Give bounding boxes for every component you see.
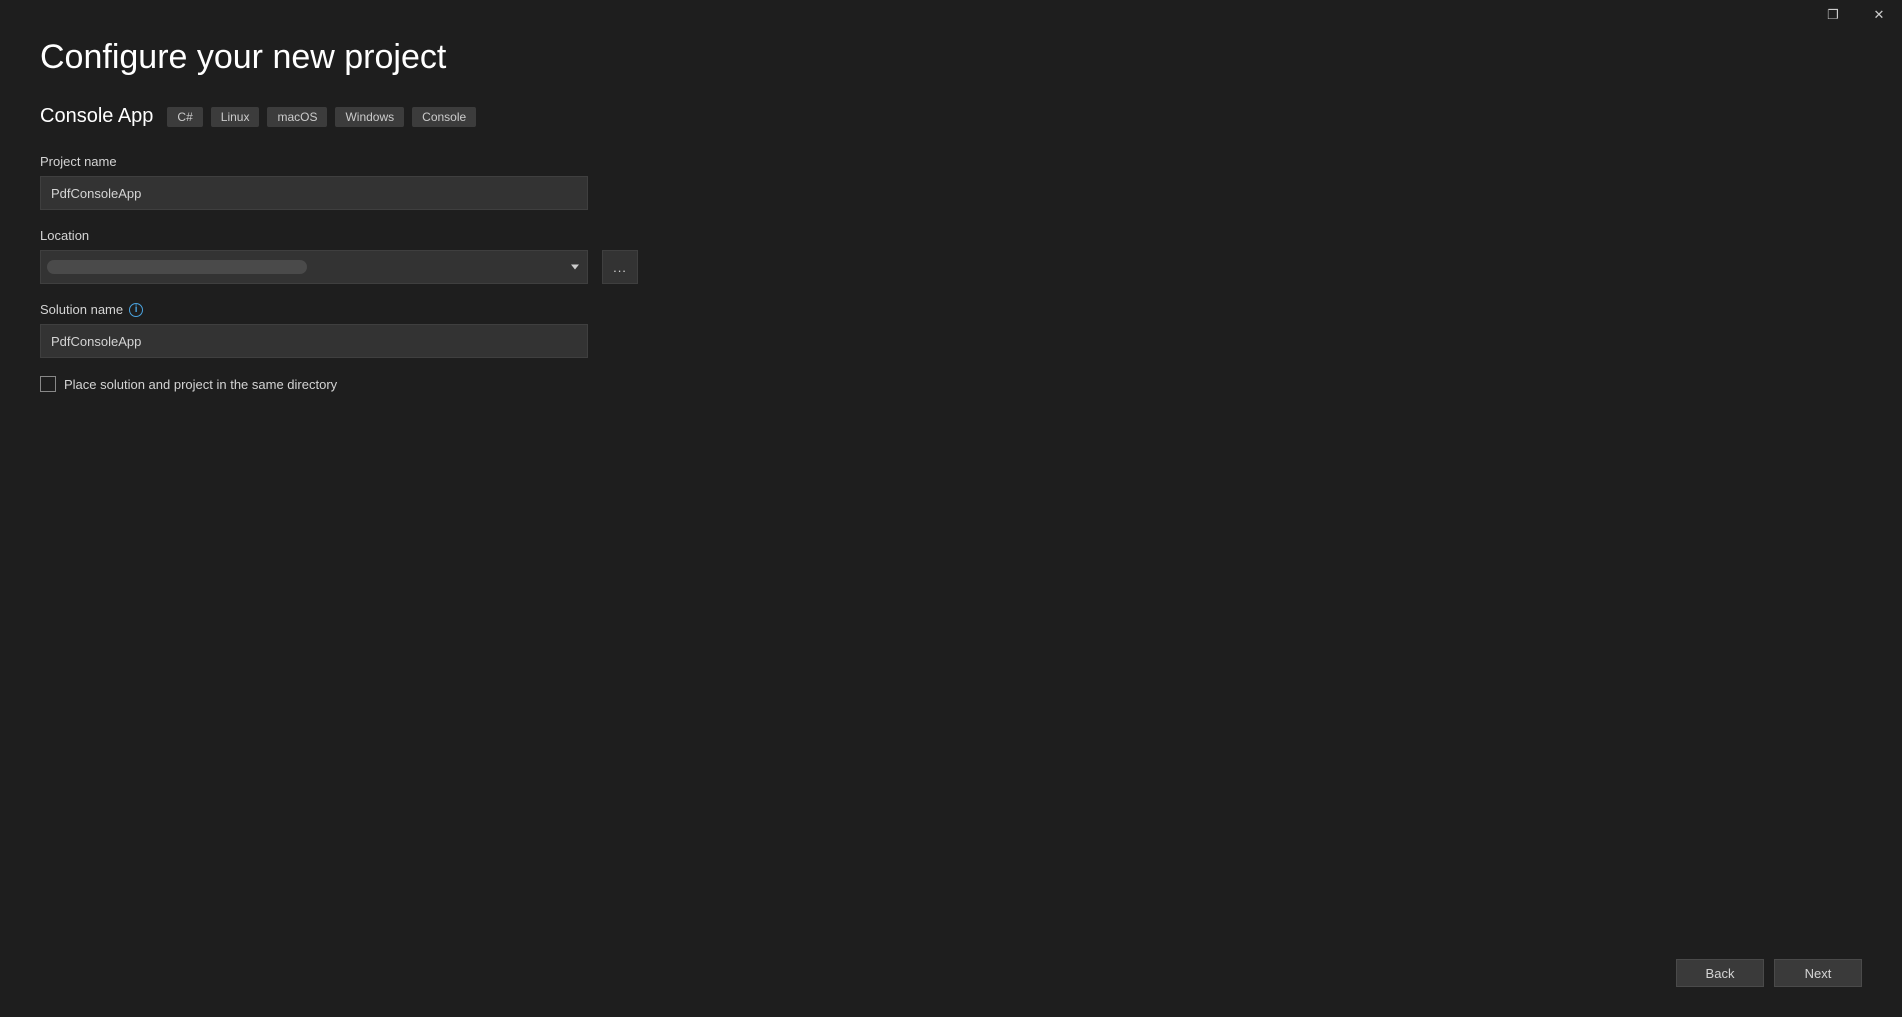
browse-location-button[interactable]: ... [602, 250, 638, 284]
close-icon: ✕ [1874, 7, 1885, 23]
chevron-down-icon [571, 265, 579, 270]
tag-console: Console [412, 107, 476, 127]
solution-name-label-row: Solution name i [40, 302, 1902, 317]
ellipsis-icon: ... [613, 260, 627, 275]
template-header-row: Console App C# Linux macOS Windows Conso… [40, 105, 1902, 128]
next-button-label: Next [1805, 966, 1832, 981]
info-icon[interactable]: i [129, 303, 143, 317]
tag-macos: macOS [267, 107, 327, 127]
maximize-button[interactable]: ❐ [1810, 0, 1856, 30]
footer-actions: Back Next [1676, 959, 1862, 987]
project-name-label: Project name [40, 154, 1902, 169]
template-name: Console App [40, 105, 153, 128]
back-button[interactable]: Back [1676, 959, 1764, 987]
location-value-redacted [47, 260, 307, 274]
solution-name-input[interactable] [40, 324, 588, 358]
tag-windows: Windows [335, 107, 404, 127]
project-name-input[interactable] [40, 176, 588, 210]
next-button[interactable]: Next [1774, 959, 1862, 987]
same-directory-row: Place solution and project in the same d… [40, 376, 1902, 392]
maximize-icon: ❐ [1827, 7, 1839, 23]
tag-csharp: C# [167, 107, 202, 127]
location-field: Location ... [40, 228, 1902, 284]
location-label: Location [40, 228, 1902, 243]
solution-name-label: Solution name [40, 302, 123, 317]
close-window-button[interactable]: ✕ [1856, 0, 1902, 30]
project-name-field: Project name [40, 154, 1902, 210]
template-tags: C# Linux macOS Windows Console [167, 107, 476, 127]
main-content: Configure your new project Console App C… [0, 0, 1902, 392]
back-button-label: Back [1706, 966, 1735, 981]
tag-linux: Linux [211, 107, 260, 127]
solution-name-field: Solution name i [40, 302, 1902, 358]
page-title: Configure your new project [40, 38, 1902, 77]
same-directory-checkbox[interactable] [40, 376, 56, 392]
same-directory-label[interactable]: Place solution and project in the same d… [64, 377, 337, 392]
location-combobox[interactable] [40, 250, 588, 284]
